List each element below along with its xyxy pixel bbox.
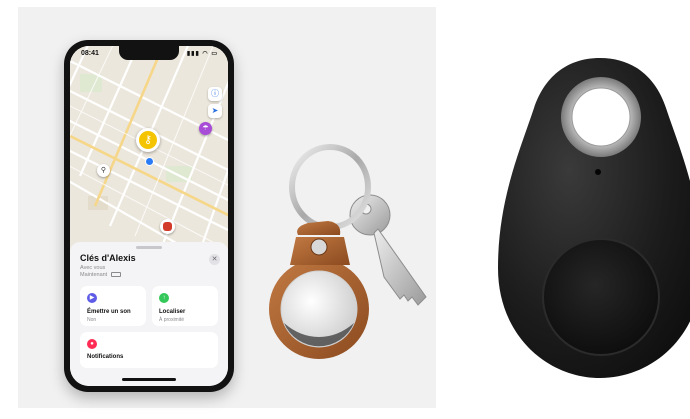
- item-now-label: Maintenant: [80, 272, 108, 278]
- key-pin-icon[interactable]: ⚷: [136, 128, 160, 152]
- phone-screen: ⚷ ⚲ ☂ ⓘ ➤ 08:41 ▮▮▮ ◠ ▭ Clés d'Alexis Av…: [70, 46, 228, 386]
- battery-icon: [110, 272, 121, 278]
- bell-icon: ●: [87, 339, 97, 349]
- location-arrow-icon[interactable]: ➤: [208, 104, 222, 118]
- locate-tile[interactable]: ↑ Localiser À proximité: [152, 286, 218, 326]
- play-sound-label: Émettre un son: [87, 309, 131, 315]
- item-detail-sheet: Clés d'Alexis Avec vous Maintenant ✕ ▶ É…: [70, 242, 228, 386]
- locate-icon: ↑: [159, 293, 169, 303]
- item-title: Clés d'Alexis: [80, 253, 136, 263]
- backpack-icon[interactable]: [160, 219, 175, 234]
- teardrop-tracker: [498, 58, 690, 378]
- tracker-button: [542, 238, 660, 356]
- notifications-tile[interactable]: ● Notifications: [80, 332, 218, 368]
- bike-icon[interactable]: ⚲: [97, 164, 110, 177]
- phone-notch: [119, 46, 179, 60]
- find-my-map[interactable]: ⚷ ⚲ ☂ ⓘ ➤: [70, 46, 228, 252]
- locate-label: Localiser: [159, 309, 186, 315]
- play-icon: ▶: [87, 293, 97, 303]
- close-icon[interactable]: ✕: [209, 254, 220, 265]
- play-sound-status: Non: [87, 317, 97, 323]
- airtag-leather-holder: [269, 221, 369, 359]
- play-sound-tile[interactable]: ▶ Émettre un son Non: [80, 286, 146, 326]
- home-indicator: [122, 378, 176, 381]
- umbrella-icon[interactable]: ☂: [199, 122, 212, 135]
- user-location-dot: [145, 157, 154, 166]
- airtag-keyring-illustration: [269, 144, 427, 359]
- iphone: ⚷ ⚲ ☂ ⓘ ➤ 08:41 ▮▮▮ ◠ ▭ Clés d'Alexis Av…: [64, 40, 234, 392]
- status-icons: ▮▮▮ ◠ ▭: [186, 51, 218, 57]
- notifications-label: Notifications: [87, 354, 124, 360]
- item-last-seen: Maintenant: [80, 272, 121, 278]
- led-indicator: [595, 169, 601, 175]
- status-time: 08:41: [81, 50, 99, 57]
- product-photo-generic-tracker-panel: [448, 0, 690, 414]
- product-photo-airtag-panel: ⚷ ⚲ ☂ ⓘ ➤ 08:41 ▮▮▮ ◠ ▭ Clés d'Alexis Av…: [18, 7, 436, 408]
- sheet-grabber[interactable]: [136, 246, 162, 249]
- item-with-you: Avec vous: [80, 265, 106, 271]
- split-ring: [289, 144, 371, 230]
- locate-status: À proximité: [159, 317, 185, 323]
- info-icon[interactable]: ⓘ: [208, 87, 222, 101]
